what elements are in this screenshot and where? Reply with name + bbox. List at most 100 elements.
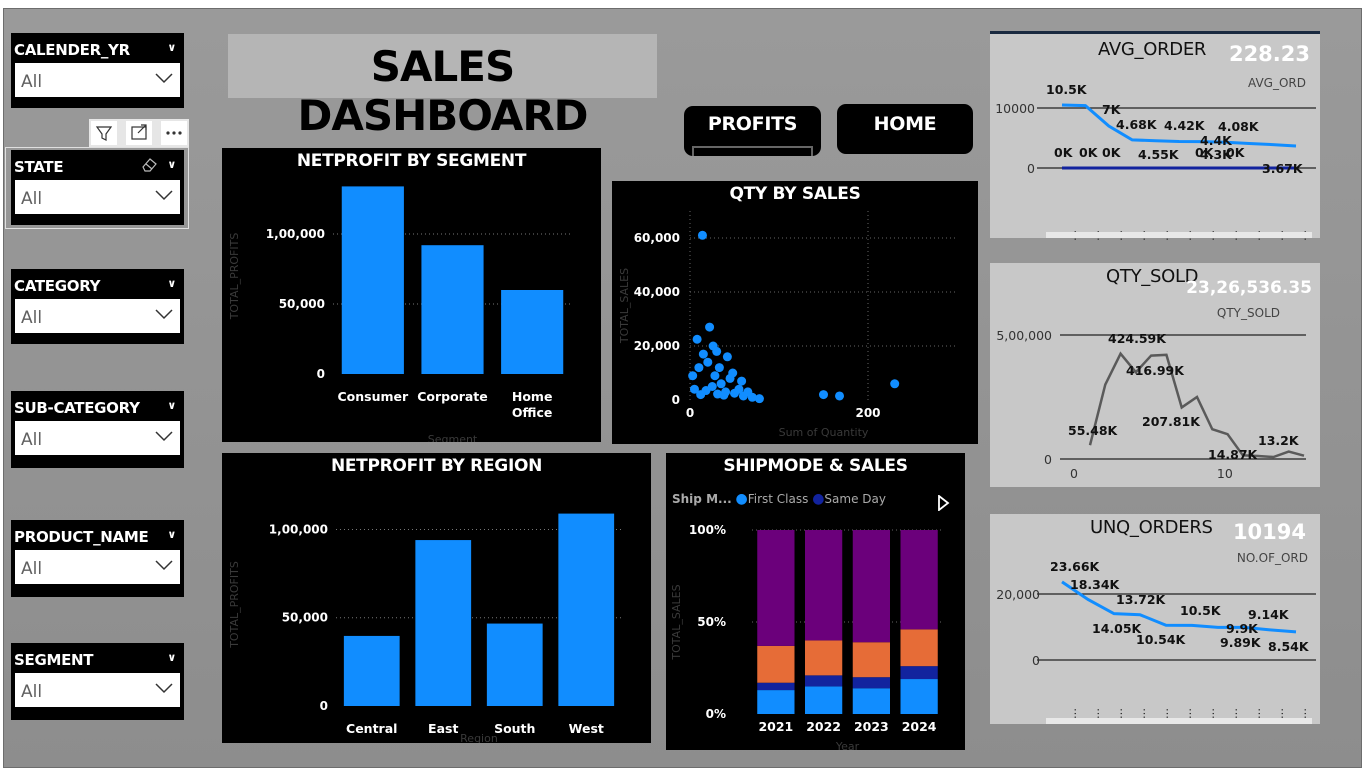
- chevron-down-icon[interactable]: ∨: [167, 158, 176, 171]
- visual-header: [89, 119, 189, 147]
- stacked-bar-segment: [757, 530, 795, 646]
- shipmode-sales-chart[interactable]: SHIPMODE & SALES Ship M... ●First Class …: [666, 453, 965, 750]
- focus-mode-icon[interactable]: [126, 121, 152, 145]
- data-label: 207.81K: [1142, 414, 1201, 429]
- y-tick-label: 100%: [689, 523, 726, 537]
- bar: [501, 290, 564, 374]
- y-tick-label: 1,00,000: [269, 522, 328, 536]
- y-tick-label: 40,000: [634, 285, 680, 299]
- unq-orders-sparkline: 0 20,000 23.66K 18.34K13.72K 14.05K 10.5K 10.5…: [996, 559, 1316, 724]
- slicer-label: STATE: [14, 158, 64, 176]
- x-tick-label: 2022: [806, 719, 841, 734]
- qty-sold-line-chart: 0 5,00,000 0 10 424.59K 416.99K 55.48K 207.81K 1…: [996, 328, 1306, 481]
- data-label: 4.68K: [1116, 117, 1158, 132]
- x-tick-label: South: [494, 721, 535, 736]
- stacked-bar-segment: [900, 629, 938, 667]
- data-point: [734, 384, 744, 394]
- slicer-dropdown[interactable]: All: [15, 550, 180, 584]
- data-point: [698, 349, 708, 359]
- slicer-value: All: [21, 430, 43, 450]
- y-tick-label: 0: [672, 393, 680, 407]
- eraser-icon[interactable]: [140, 156, 158, 172]
- netprofit-by-region-chart[interactable]: NETPROFIT BY REGION 0 50,000 1,00,000 Centr…: [222, 453, 651, 743]
- slicer-value: All: [21, 189, 43, 209]
- slicer-label: SUB-CATEGORY: [14, 399, 140, 417]
- data-label: 8.54K: [1268, 639, 1310, 654]
- profits-button[interactable]: PROFITS: [684, 106, 821, 156]
- x-tick-label: West: [569, 721, 604, 736]
- profits-button-label: PROFITS: [707, 113, 798, 135]
- slicer-calender-yr[interactable]: CALENDER_YR ∨ All: [11, 33, 184, 108]
- stacked-bar-segment: [757, 682, 795, 691]
- dropdown-arrow-icon[interactable]: [154, 71, 174, 85]
- y-tick-label: 50,000: [279, 297, 325, 311]
- qty-sold-card[interactable]: QTY_SOLD 23,26,536.35 QTY_SOLD 0 5,00,000…: [990, 263, 1320, 487]
- x-tick-label: Consumer: [337, 389, 409, 404]
- x-tick-label: 0: [686, 406, 694, 420]
- data-label: 10.5K: [1046, 82, 1088, 97]
- dropdown-arrow-icon[interactable]: [154, 429, 174, 443]
- qty-by-sales-chart[interactable]: QTY BY SALES 0 20,000 40,000 60,000 0 200 Sum …: [612, 181, 978, 444]
- segment-chart-plot: 0 50,000 1,00,000 Consumer Corporate HomeOffi…: [228, 186, 572, 442]
- slicer-value: All: [21, 559, 43, 579]
- dropdown-arrow-icon[interactable]: [154, 681, 174, 695]
- slicer-category[interactable]: CATEGORY ∨ All: [11, 269, 184, 344]
- slicer-label: CALENDER_YR: [14, 41, 130, 59]
- dropdown-arrow-icon[interactable]: [154, 558, 174, 572]
- y-tick-label: 5,00,000: [996, 328, 1052, 343]
- slicer-product-name[interactable]: PRODUCT_NAME ∨ All: [11, 520, 184, 597]
- data-label: 10.54K: [1136, 632, 1187, 647]
- data-point: [703, 357, 713, 367]
- stacked-bar-segment: [852, 688, 890, 714]
- slicer-dropdown[interactable]: All: [15, 673, 180, 707]
- y-tick-label: 20,000: [996, 587, 1040, 602]
- slicer-dropdown[interactable]: All: [15, 63, 180, 97]
- chevron-down-icon[interactable]: ∨: [167, 277, 176, 290]
- more-options-icon[interactable]: [161, 121, 187, 145]
- stacked-bar-segment: [900, 679, 938, 714]
- y-axis-label: TOTAL_PROFITS: [228, 561, 241, 649]
- data-point: [819, 390, 828, 400]
- slicer-sub-category[interactable]: SUB-CATEGORY ∨ All: [11, 391, 184, 468]
- slicer-state[interactable]: STATE ∨ All: [11, 150, 184, 225]
- dropdown-arrow-icon[interactable]: [154, 188, 174, 202]
- data-point: [705, 322, 715, 332]
- avg-order-sparkline: 01000010.5K7K4.68K 4.42K 4.08K4.4K4.3K4.55…: [995, 82, 1316, 241]
- avg-order-card[interactable]: AVG_ORDER 228.23 AVG_ORD 0 10000 10.5K 7K 4.…: [990, 31, 1320, 241]
- data-label: 424.59K: [1108, 331, 1167, 346]
- y-tick-label: 10000: [995, 101, 1035, 116]
- stacked-bar-segment: [900, 666, 938, 680]
- data-label: 55.48K: [1068, 423, 1119, 438]
- slicer-dropdown[interactable]: All: [15, 180, 180, 214]
- data-point: [728, 368, 738, 378]
- slicer-dropdown[interactable]: All: [15, 299, 180, 333]
- y-axis-label: TOTAL_SALES: [618, 268, 631, 344]
- data-point: [890, 379, 900, 389]
- data-point: [714, 363, 724, 373]
- home-button[interactable]: HOME: [837, 104, 973, 154]
- stacked-bar-segment: [757, 645, 795, 683]
- slicer-label: PRODUCT_NAME: [14, 528, 149, 546]
- unq-orders-card[interactable]: UNQ_ORDERS 10194 NO.OF_ORD 0 20,000 23.66K…: [990, 514, 1320, 724]
- netprofit-by-segment-chart[interactable]: NETPROFIT BY SEGMENT 0 50,000 1,00,000 Cons…: [222, 148, 601, 442]
- chevron-down-icon[interactable]: ∨: [167, 399, 176, 412]
- dropdown-arrow-icon[interactable]: [154, 307, 174, 321]
- data-label: 14.05K: [1092, 621, 1143, 636]
- scrollbar[interactable]: [1046, 232, 1312, 238]
- slicer-dropdown[interactable]: All: [15, 421, 180, 455]
- y-tick-label: 60,000: [634, 231, 680, 245]
- scrollbar[interactable]: [1046, 718, 1312, 724]
- data-label: 9.89K: [1220, 635, 1262, 650]
- chevron-down-icon[interactable]: ∨: [167, 41, 176, 54]
- bar: [415, 540, 472, 706]
- y-tick-label: 0: [1044, 452, 1052, 467]
- chevron-down-icon[interactable]: ∨: [167, 528, 176, 541]
- data-point: [707, 382, 717, 391]
- filter-icon[interactable]: [91, 121, 117, 145]
- title-box: SALES DASHBOARD: [228, 34, 657, 140]
- y-axis-label: TOTAL_PROFITS: [228, 233, 241, 321]
- chevron-down-icon[interactable]: ∨: [167, 651, 176, 664]
- slicer-segment[interactable]: SEGMENT ∨ All: [11, 643, 184, 720]
- stacked-bar-segment: [805, 675, 843, 687]
- data-point: [835, 391, 845, 401]
